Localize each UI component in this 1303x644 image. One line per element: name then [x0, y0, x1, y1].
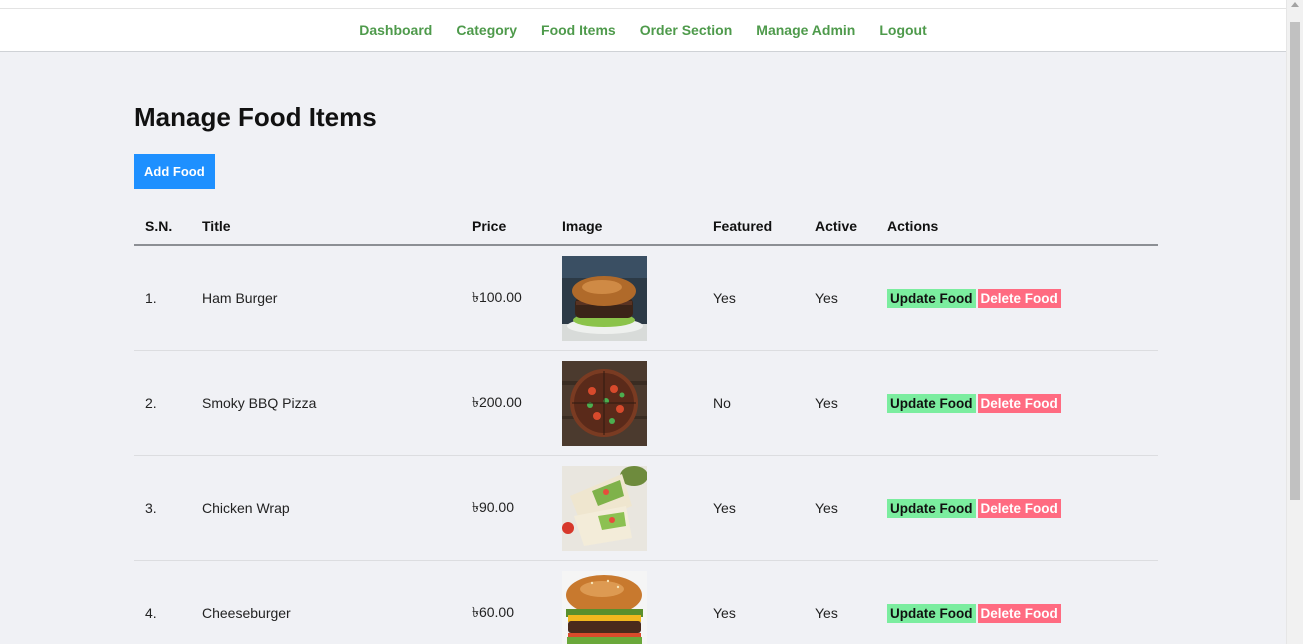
nav-category[interactable]: Category — [456, 22, 517, 38]
cell-actions: Update Food Delete Food — [876, 350, 1158, 456]
cell-sn: 4. — [134, 560, 191, 644]
nav-logout[interactable]: Logout — [879, 22, 926, 38]
delete-food-button[interactable]: Delete Food — [977, 288, 1061, 308]
cell-image — [551, 455, 702, 561]
top-strip — [0, 0, 1286, 8]
cell-actions: Update Food Delete Food — [876, 245, 1158, 351]
cell-title: Cheeseburger — [191, 560, 461, 644]
delete-food-button[interactable]: Delete Food — [977, 603, 1061, 623]
nav-dashboard[interactable]: Dashboard — [359, 22, 432, 38]
header-sn: S.N. — [134, 208, 191, 246]
burger-photo — [562, 255, 647, 341]
header-featured: Featured — [702, 208, 804, 246]
cell-active: Yes — [804, 245, 876, 351]
cell-sn: 1. — [134, 245, 191, 351]
cell-price: ৳90.00 — [461, 455, 551, 561]
pizza-photo — [562, 360, 647, 446]
scrollbar-thumb[interactable] — [1290, 22, 1300, 500]
table-row: 2. Smoky BBQ Pizza ৳200.00 No Yes Update… — [134, 350, 1158, 456]
main-navbar: Dashboard Category Food Items Order Sect… — [0, 8, 1286, 52]
cell-featured: Yes — [702, 455, 804, 561]
cell-image — [551, 245, 702, 351]
table-row: 4. Cheeseburger ৳60.00 Yes Yes Update Fo… — [134, 560, 1158, 644]
header-price: Price — [461, 208, 551, 246]
cell-active: Yes — [804, 455, 876, 561]
page-title: Manage Food Items — [134, 102, 377, 132]
cell-title: Chicken Wrap — [191, 455, 461, 561]
delete-food-button[interactable]: Delete Food — [977, 498, 1061, 518]
cell-active: Yes — [804, 560, 876, 644]
update-food-button[interactable]: Update Food — [887, 498, 976, 518]
wrap-photo — [562, 465, 647, 551]
nav-food-items[interactable]: Food Items — [541, 22, 616, 38]
header-image: Image — [551, 208, 702, 246]
table-row: 3. Chicken Wrap ৳90.00 Yes Yes Update Fo… — [134, 455, 1158, 561]
cell-actions: Update Food Delete Food — [876, 455, 1158, 561]
page-viewport: Dashboard Category Food Items Order Sect… — [0, 0, 1286, 644]
cell-sn: 2. — [134, 350, 191, 456]
cell-title: Ham Burger — [191, 245, 461, 351]
update-food-button[interactable]: Update Food — [887, 393, 976, 413]
header-active: Active — [804, 208, 876, 246]
vertical-scrollbar[interactable] — [1286, 0, 1303, 644]
scroll-up-arrow-icon[interactable] — [1291, 2, 1299, 7]
main-content: Manage Food Items Add Food S.N. Title Pr… — [134, 100, 1158, 644]
nav-order-section[interactable]: Order Section — [640, 22, 733, 38]
food-items-table: S.N. Title Price Image Featured Active A… — [134, 208, 1158, 644]
update-food-button[interactable]: Update Food — [887, 603, 976, 623]
table-row: 1. Ham Burger ৳100.00 Yes Yes Update Foo… — [134, 245, 1158, 351]
cell-featured: Yes — [702, 245, 804, 351]
cell-actions: Update Food Delete Food — [876, 560, 1158, 644]
cell-image — [551, 560, 702, 644]
cell-active: Yes — [804, 350, 876, 456]
cell-featured: Yes — [702, 560, 804, 644]
cell-featured: No — [702, 350, 804, 456]
add-food-button[interactable]: Add Food — [134, 154, 215, 189]
header-title: Title — [191, 208, 461, 246]
cell-price: ৳200.00 — [461, 350, 551, 456]
cell-price: ৳60.00 — [461, 560, 551, 644]
header-actions: Actions — [876, 208, 1158, 246]
cell-sn: 3. — [134, 455, 191, 561]
cheeseburger-photo — [562, 570, 647, 644]
cell-price: ৳100.00 — [461, 245, 551, 351]
cell-image — [551, 350, 702, 456]
nav-manage-admin[interactable]: Manage Admin — [756, 22, 855, 38]
update-food-button[interactable]: Update Food — [887, 288, 976, 308]
table-header-row: S.N. Title Price Image Featured Active A… — [134, 208, 1158, 246]
delete-food-button[interactable]: Delete Food — [977, 393, 1061, 413]
cell-title: Smoky BBQ Pizza — [191, 350, 461, 456]
